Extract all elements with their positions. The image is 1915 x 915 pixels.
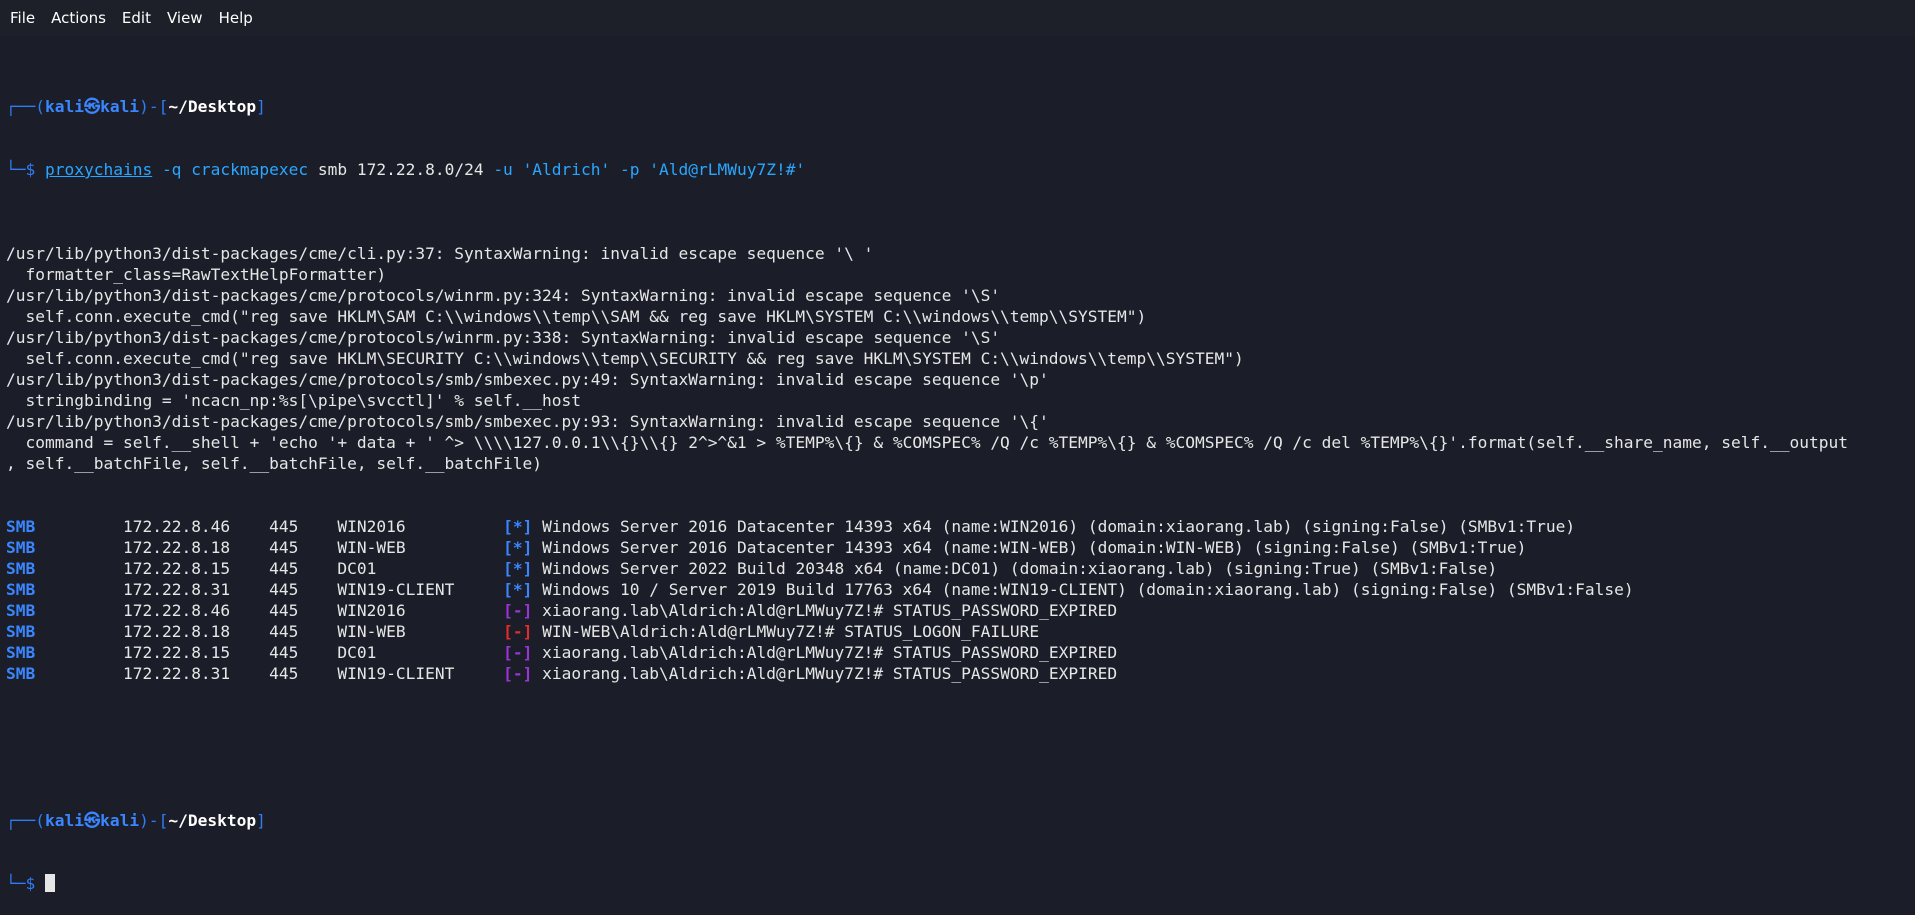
protocol-label: SMB <box>6 559 36 578</box>
status-tag: [*] <box>503 559 533 578</box>
ip-address: 172.22.8.46 <box>122 601 231 620</box>
result-row: SMB 172.22.8.15 445 DC01 [*] Windows Ser… <box>6 558 1901 579</box>
ip-address: 172.22.8.46 <box>122 517 231 536</box>
host-name: DC01 <box>337 559 377 578</box>
result-row: SMB 172.22.8.31 445 WIN19-CLIENT [*] Win… <box>6 579 1901 600</box>
status-tag: [-] <box>503 601 533 620</box>
command-line: └─$ proxychains -q crackmapexec smb 172.… <box>6 160 806 179</box>
result-message: Windows Server 2022 Build 20348 x64 (nam… <box>542 559 1498 578</box>
terminal-output[interactable]: ┌──(kali㉿kali)-[~/Desktop] └─$ proxychai… <box>6 54 1901 915</box>
result-message: Windows 10 / Server 2019 Build 17763 x64… <box>542 580 1634 599</box>
protocol-label: SMB <box>6 664 36 683</box>
result-row: SMB 172.22.8.46 445 WIN2016 [*] Windows … <box>6 516 1901 537</box>
host-name: WIN2016 <box>337 601 406 620</box>
protocol-label: SMB <box>6 517 36 536</box>
port-number: 445 <box>269 601 299 620</box>
menu-view[interactable]: View <box>159 9 211 27</box>
warning-block: /usr/lib/python3/dist-packages/cme/cli.p… <box>6 243 1901 474</box>
protocol-label: SMB <box>6 580 36 599</box>
result-message: xiaorang.lab\Aldrich:Ald@rLMWuy7Z!# STAT… <box>542 643 1118 662</box>
warning-line: /usr/lib/python3/dist-packages/cme/proto… <box>6 370 1049 389</box>
ip-address: 172.22.8.31 <box>122 664 231 683</box>
input-line[interactable]: └─$ <box>6 873 1901 894</box>
menu-actions[interactable]: Actions <box>43 9 114 27</box>
port-number: 445 <box>269 538 299 557</box>
status-tag: [-] <box>503 643 533 662</box>
port-number: 445 <box>269 622 299 641</box>
prompt-line-2: ┌──(kali㉿kali)-[~/Desktop] <box>6 811 266 830</box>
protocol-label: SMB <box>6 643 36 662</box>
text-cursor <box>44 874 55 892</box>
result-row: SMB 172.22.8.15 445 DC01 [-] xiaorang.la… <box>6 642 1901 663</box>
menu-edit[interactable]: Edit <box>114 9 159 27</box>
protocol-label: SMB <box>6 622 36 641</box>
menu-help[interactable]: Help <box>211 9 261 27</box>
ip-address: 172.22.8.15 <box>122 559 231 578</box>
host-name: WIN19-CLIENT <box>337 664 455 683</box>
status-tag: [*] <box>503 580 533 599</box>
port-number: 445 <box>269 580 299 599</box>
protocol-label: SMB <box>6 538 36 557</box>
ip-address: 172.22.8.18 <box>122 538 231 557</box>
warning-line: /usr/lib/python3/dist-packages/cme/cli.p… <box>6 244 874 263</box>
menu-file[interactable]: File <box>0 9 43 27</box>
status-tag: [-] <box>503 664 533 683</box>
host-name: WIN19-CLIENT <box>337 580 455 599</box>
scan-results: SMB 172.22.8.46 445 WIN2016 [*] Windows … <box>6 516 1901 684</box>
status-tag: [-] <box>503 622 533 641</box>
host-name: DC01 <box>337 643 377 662</box>
result-row: SMB 172.22.8.18 445 WIN-WEB [-] WIN-WEB\… <box>6 621 1901 642</box>
menu-bar: File Actions Edit View Help <box>0 0 1915 36</box>
ip-address: 172.22.8.18 <box>122 622 231 641</box>
host-name: WIN2016 <box>337 517 406 536</box>
status-tag: [*] <box>503 517 533 536</box>
result-row: SMB 172.22.8.46 445 WIN2016 [-] xiaorang… <box>6 600 1901 621</box>
prompt-line-1: ┌──(kali㉿kali)-[~/Desktop] <box>6 97 266 116</box>
warning-line: , self.__batchFile, self.__batchFile, se… <box>6 454 543 473</box>
warning-line: formatter_class=RawTextHelpFormatter) <box>6 265 387 284</box>
result-row: SMB 172.22.8.31 445 WIN19-CLIENT [-] xia… <box>6 663 1901 684</box>
status-tag: [*] <box>503 538 533 557</box>
ip-address: 172.22.8.15 <box>122 643 231 662</box>
host-name: WIN-WEB <box>337 538 406 557</box>
port-number: 445 <box>269 559 299 578</box>
ip-address: 172.22.8.31 <box>122 580 231 599</box>
warning-line: /usr/lib/python3/dist-packages/cme/proto… <box>6 286 1001 305</box>
port-number: 445 <box>269 643 299 662</box>
result-row: SMB 172.22.8.18 445 WIN-WEB [*] Windows … <box>6 537 1901 558</box>
warning-line: self.conn.execute_cmd("reg save HKLM\SAM… <box>6 307 1147 326</box>
warning-line: /usr/lib/python3/dist-packages/cme/proto… <box>6 328 1001 347</box>
result-message: xiaorang.lab\Aldrich:Ald@rLMWuy7Z!# STAT… <box>542 664 1118 683</box>
result-message: xiaorang.lab\Aldrich:Ald@rLMWuy7Z!# STAT… <box>542 601 1118 620</box>
result-message: Windows Server 2016 Datacenter 14393 x64… <box>542 538 1527 557</box>
result-message: Windows Server 2016 Datacenter 14393 x64… <box>542 517 1576 536</box>
port-number: 445 <box>269 517 299 536</box>
protocol-label: SMB <box>6 601 36 620</box>
warning-line: self.conn.execute_cmd("reg save HKLM\SEC… <box>6 349 1244 368</box>
warning-line: /usr/lib/python3/dist-packages/cme/proto… <box>6 412 1049 431</box>
warning-line: stringbinding = 'ncacn_np:%s[\pipe\svcct… <box>6 391 581 410</box>
result-message: WIN-WEB\Aldrich:Ald@rLMWuy7Z!# STATUS_LO… <box>542 622 1040 641</box>
host-name: WIN-WEB <box>337 622 406 641</box>
warning-line: command = self.__shell + 'echo '+ data +… <box>6 433 1848 452</box>
port-number: 445 <box>269 664 299 683</box>
